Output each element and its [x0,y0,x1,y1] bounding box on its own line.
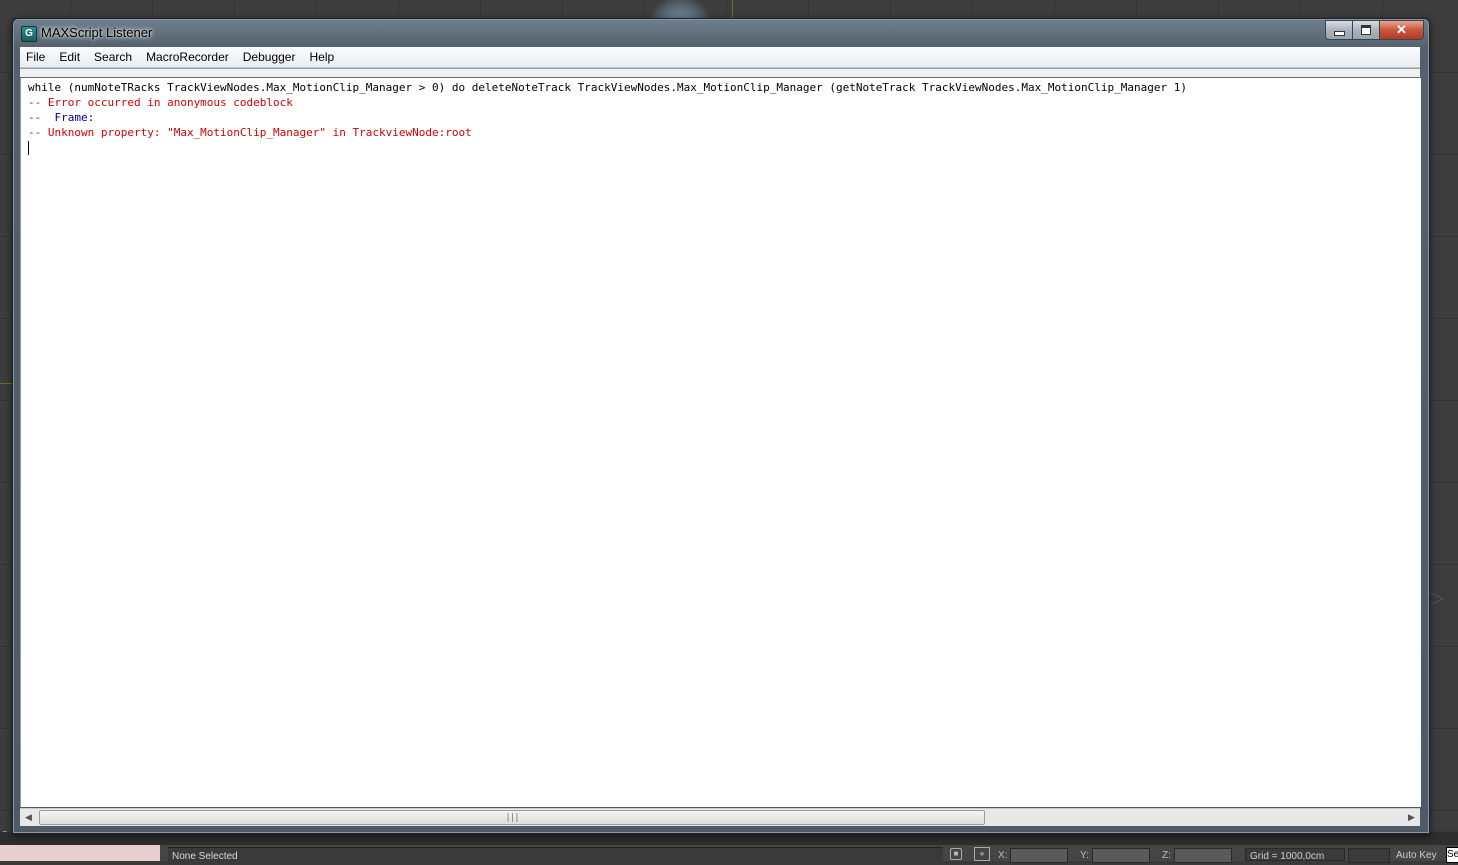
title-bar[interactable]: G MAXScript Listener ✕ [13,19,1429,47]
frame-label: Frame: [54,111,95,124]
scroll-thumb[interactable]: ||| [39,810,985,825]
close-button[interactable]: ✕ [1380,20,1424,40]
grip-icon: ||| [505,812,519,823]
menu-debugger[interactable]: Debugger [236,47,303,67]
close-icon: ✕ [1396,22,1407,37]
arrow-right-icon: ▶ [1408,812,1415,823]
y-label: Y: [1080,850,1089,861]
menu-search[interactable]: Search [87,47,139,67]
menu-edit[interactable]: Edit [52,47,87,67]
output-lines: while (numNoteTRacks TrackViewNodes.Max_… [28,80,1411,155]
minimize-button[interactable] [1325,20,1353,40]
absolute-mode-icon[interactable]: ⌖ [974,847,990,861]
x-label: X: [998,850,1008,861]
maxscript-listener-window: G MAXScript Listener ✕ File Edit Search … [12,18,1430,834]
viewport-arrow-icon: ▷ [1428,585,1444,609]
auto-key-button[interactable]: Auto Key [1396,850,1437,861]
output-line-error: -- Unknown property: "Max_MotionClip_Man… [28,126,472,139]
frame-prefix: -- [28,111,55,124]
grid-size-display: Grid = 1000,0cm [1245,848,1345,862]
mini-listener-field[interactable] [0,845,160,861]
arrow-left-icon: ◀ [25,812,32,823]
selection-status-text: None Selected [172,851,238,862]
status-bar: None Selected ■ ⌖ X: Y: Z: Grid = 1000,0… [0,845,1458,863]
maxscript-app-icon: G [21,26,37,42]
menu-macrorecorder[interactable]: MacroRecorder [139,47,236,67]
output-line-error: -- Error occurred in anonymous codeblock [28,96,293,109]
menu-file[interactable]: File [20,47,52,67]
maximize-button[interactable] [1353,20,1380,40]
listener-output-area[interactable]: while (numNoteTRacks TrackViewNodes.Max_… [20,78,1421,807]
output-line-frame: -- Frame: [28,110,1411,125]
text-caret [28,141,29,155]
horizontal-scrollbar[interactable]: ◀ ||| ▶ [20,808,1420,826]
viewport-axis-line [0,383,12,384]
z-label: Z: [1162,850,1171,861]
viewport-axis-line [732,0,733,18]
window-controls: ✕ [1325,20,1424,40]
menu-bar: File Edit Search MacroRecorder Debugger … [20,47,1420,68]
scroll-left-button[interactable]: ◀ [20,809,37,826]
window-title: MAXScript Listener [41,25,153,40]
output-line-command: while (numNoteTRacks TrackViewNodes.Max_… [28,81,1187,94]
maximize-icon [1361,25,1371,35]
lock-icon[interactable]: ■ [950,848,962,860]
selection-status-field: None Selected [168,847,943,862]
menu-help[interactable]: Help [302,47,341,67]
minimize-icon [1333,30,1345,36]
scroll-right-button[interactable]: ▶ [1403,809,1420,826]
